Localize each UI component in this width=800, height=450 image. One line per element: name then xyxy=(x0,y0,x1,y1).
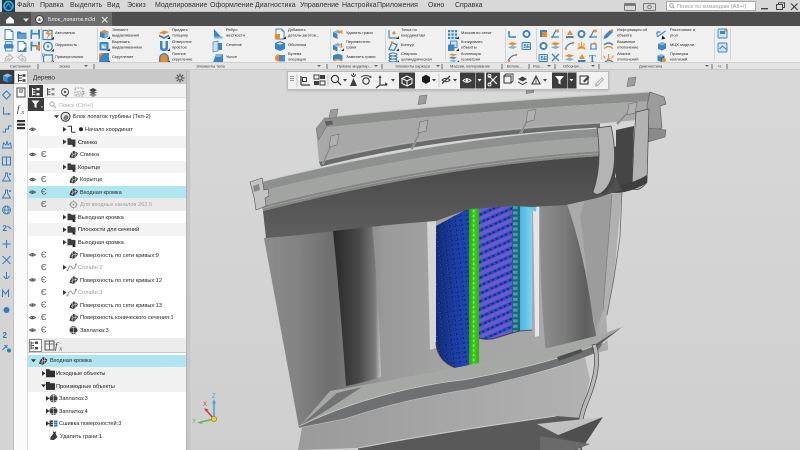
svg-text:БЕ: БЕ xyxy=(524,44,531,50)
svg-text:f: f xyxy=(17,104,21,114)
svg-text:x: x xyxy=(21,110,25,116)
svg-text:Z: Z xyxy=(212,394,216,400)
svg-text:Y: Y xyxy=(192,419,196,425)
svg-text:X: X xyxy=(203,402,207,408)
svg-text:БЕ: БЕ xyxy=(541,56,548,62)
svg-text:2: 2 xyxy=(3,331,8,340)
svg-text:SVP: SVP xyxy=(76,90,85,96)
svg-text:2: 2 xyxy=(3,224,8,233)
svg-text:T: T xyxy=(589,54,596,62)
